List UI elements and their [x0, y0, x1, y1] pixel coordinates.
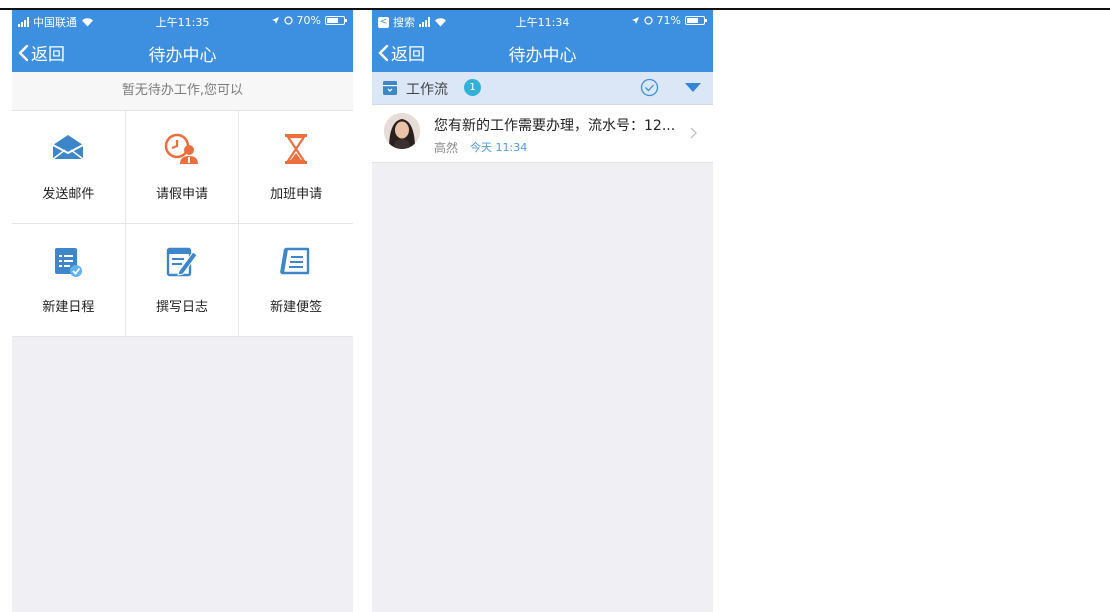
action-label: 加班申请	[270, 187, 323, 202]
mail-icon	[52, 135, 84, 160]
alarm-icon	[283, 16, 293, 25]
battery-percent: 70%	[296, 14, 321, 27]
status-bar: < 搜索 上午11:34 71%	[372, 10, 713, 32]
check-circle-icon[interactable]	[640, 78, 659, 97]
item-message: 您有新的工作需要办理，流水号：12...	[434, 118, 676, 134]
notepad-pen-icon	[166, 247, 198, 277]
action-label: 请假申请	[155, 187, 208, 202]
page-title: 待办中心	[148, 46, 217, 66]
battery-percent: 71%	[656, 14, 681, 27]
action-new-schedule[interactable]: 新建日程	[12, 224, 126, 337]
dropdown-triangle-icon[interactable]	[684, 82, 702, 93]
note-icon	[280, 247, 310, 275]
hourglass-icon	[285, 134, 308, 164]
action-label: 新建便签	[270, 300, 323, 315]
page-title: 待办中心	[508, 46, 577, 66]
nav-bar: 返回 待办中心	[372, 32, 713, 72]
workflow-header[interactable]: 工作流 1	[372, 72, 713, 105]
phone-screen-left: 中国联通 上午11:35 70% 返回 待办中心 暂无待办工作,您可以 发送邮件	[12, 10, 353, 612]
nav-bar: 返回 待办中心	[12, 32, 353, 72]
action-send-mail[interactable]: 发送邮件	[12, 111, 126, 224]
status-bar: 中国联通 上午11:35 70%	[12, 10, 353, 32]
action-write-log[interactable]: 撰写日志	[125, 224, 240, 337]
battery-icon	[685, 16, 707, 25]
chevron-right-icon	[690, 127, 697, 139]
empty-hint: 暂无待办工作,您可以	[12, 72, 353, 111]
action-overtime-request[interactable]: 加班申请	[239, 111, 353, 224]
location-icon	[271, 17, 279, 24]
quick-actions-grid: 发送邮件 请假申请 加班申请 新建日程 撰写日志 新建便签	[12, 111, 353, 337]
workflow-count-badge: 1	[464, 79, 481, 96]
workflow-folder-icon	[383, 81, 397, 95]
clock-person-icon	[164, 133, 198, 164]
phone-screen-right: < 搜索 上午11:34 71% 返回 待办中心 工作流 1 您有新的工作需要办…	[372, 10, 713, 612]
location-icon	[631, 17, 639, 24]
item-sender: 高然	[434, 141, 459, 155]
action-leave-request[interactable]: 请假申请	[125, 111, 240, 224]
alarm-icon	[643, 16, 653, 25]
action-label: 新建日程	[42, 300, 95, 315]
workflow-label: 工作流	[406, 82, 448, 98]
list-item[interactable]: 您有新的工作需要办理，流水号：12... 高然 今天 11:34	[372, 105, 713, 163]
schedule-list-icon	[55, 248, 83, 277]
battery-icon	[325, 16, 347, 25]
action-label: 发送邮件	[42, 187, 95, 202]
avatar	[384, 113, 420, 149]
action-new-note[interactable]: 新建便签	[239, 224, 353, 337]
item-time: 今天 11:34	[470, 141, 528, 154]
action-label: 撰写日志	[155, 300, 208, 315]
